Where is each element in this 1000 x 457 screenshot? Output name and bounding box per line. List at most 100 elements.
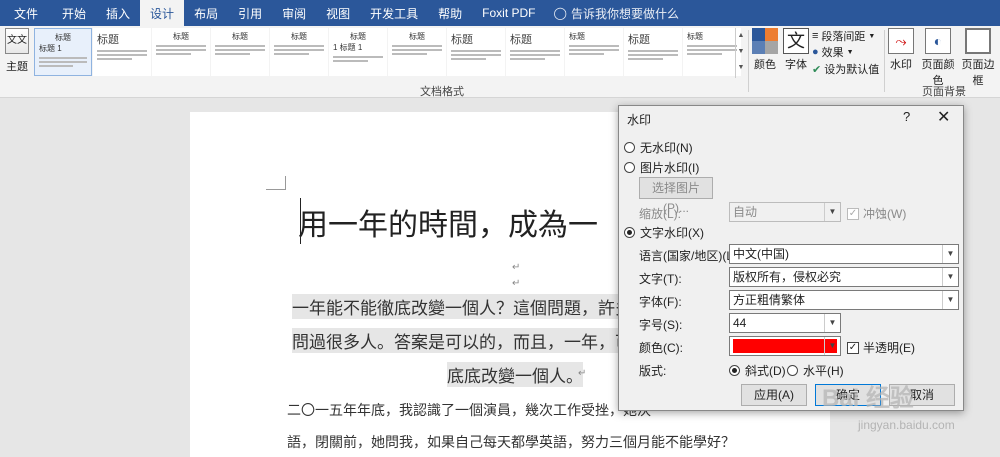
language-dropdown[interactable]: 中文(中国) ▼ [729, 244, 959, 264]
help-button[interactable]: ? [903, 109, 910, 124]
style-set-thumbnail[interactable]: 标题 [152, 28, 210, 76]
page-color-icon: ◐ [925, 28, 951, 54]
scale-label: 缩放(L): [639, 207, 682, 221]
picture-watermark-label: 图片水印(I) [640, 161, 700, 175]
paragraph-spacing-button[interactable]: ≡ 段落间距 ▼ [812, 28, 875, 44]
tab-view[interactable]: 视图 [316, 0, 360, 26]
style-thumb-heading: 1 标题 1 [333, 43, 363, 52]
style-thumb-title: 标题 [97, 34, 119, 46]
style-thumb-title: 标题 [173, 32, 189, 41]
themes-button[interactable]: 文文 主题 [2, 28, 32, 80]
paragraph-mark: ↵ [512, 262, 521, 273]
lightbulb-icon: ◯ [553, 6, 567, 20]
tab-design[interactable]: 设计 [140, 0, 185, 26]
group-label-page-background: 页面背景 [922, 86, 966, 98]
style-set-thumbnail[interactable]: 标题 [388, 28, 446, 76]
style-thumb-title: 标题 [55, 33, 71, 42]
style-set-thumbnail[interactable]: 标题 [270, 28, 328, 76]
set-as-default-button[interactable]: ✔ 设为默认值 [812, 61, 879, 77]
tell-me-search[interactable]: ◯ 告诉我你想要做什么 [546, 0, 679, 26]
size-label: 字号(S): [639, 318, 683, 332]
style-thumb-title: 标题 [687, 32, 703, 41]
style-set-thumbnail[interactable]: 标题 [447, 28, 505, 76]
tab-help[interactable]: 帮助 [428, 0, 472, 26]
tab-foxit-pdf[interactable]: Foxit PDF [472, 0, 545, 26]
radio-icon [729, 365, 740, 376]
washout-checkbox[interactable]: ✓ 冲蚀(W) [847, 205, 906, 222]
style-set-thumbnail[interactable]: 标题 [683, 28, 741, 76]
language-value: 中文(中国) [733, 247, 789, 261]
scale-value: 自动 [733, 205, 758, 219]
effects-button[interactable]: ● 效果 ▼ [812, 44, 854, 60]
no-watermark-radio[interactable]: 无水印(N) [624, 139, 693, 156]
checkbox-icon: ✓ [847, 207, 859, 220]
font-label: 字体(F): [639, 295, 682, 309]
diagonal-radio[interactable]: 斜式(D) [729, 362, 786, 379]
paragraph-line[interactable]: 二〇一五年年底，我認識了一個演員，幾次工作受挫，她決 [287, 400, 651, 420]
watermark-dialog: 水印 ? ✕ 无水印(N) 图片水印(I) 选择图片(P)... 缩放(L): … [618, 105, 964, 411]
text-combobox[interactable]: 版权所有，侵权必究 ▼ [729, 267, 959, 287]
style-set-gallery: 标题 标题 1 标题 标题 标题 标题 标题 1 标题 1 标题 标题 标题 标… [34, 28, 746, 78]
tab-insert[interactable]: 插入 [96, 0, 140, 26]
tab-review[interactable]: 审阅 [272, 0, 316, 26]
group-label-document-format: 文档格式 [420, 86, 464, 98]
watermark-button[interactable]: ⤳ 水印 [886, 28, 916, 72]
checkbox-icon: ✓ [847, 341, 859, 354]
style-set-thumbnail[interactable]: 标题 [93, 28, 151, 76]
colors-icon [752, 28, 778, 54]
style-thumb-title: 标题 [291, 32, 307, 41]
document-title[interactable]: 用一年的時間，成為一 [298, 200, 598, 244]
scale-dropdown[interactable]: 自动 ▼ [729, 202, 841, 222]
paragraph-spacing-label: 段落间距 [821, 31, 866, 43]
color-label: 颜色(C): [639, 341, 683, 355]
paragraph-line[interactable]: 語，閉關前，她問我，如果自己每天都學英語，努力三個月能不能學好？ [287, 432, 735, 452]
text-value: 版权所有，侵权必究 [733, 270, 842, 284]
chevron-down-icon: ▼ [824, 314, 840, 332]
style-set-thumbnail[interactable]: 标题 1 标题 1 [329, 28, 387, 76]
paragraph-line[interactable]: 一年能不能徹底改變一個人？這個問題，許多 [292, 294, 632, 319]
style-set-thumbnail[interactable]: 标题 [624, 28, 682, 76]
page-borders-icon [965, 28, 991, 54]
tab-file[interactable]: 文件 [0, 0, 53, 26]
style-thumb-title: 标题 [409, 32, 425, 41]
paragraph-line[interactable]: 問過很多人。答案是可以的，而且，一年，可 [292, 328, 632, 353]
semitransparent-checkbox[interactable]: ✓ 半透明(E) [847, 339, 915, 356]
style-set-thumbnail[interactable]: 标题 [506, 28, 564, 76]
fonts-button[interactable]: 文 字体 [781, 28, 811, 72]
layout-label: 版式: [639, 364, 667, 378]
select-picture-button[interactable]: 选择图片(P)... [639, 177, 713, 215]
page-color-button[interactable]: ◐ 页面颜色 [918, 28, 958, 88]
color-dropdown[interactable]: ▼ [729, 336, 841, 356]
apply-button[interactable]: 应用(A) [741, 384, 807, 406]
tell-me-text: 告诉我你想要做什么 [570, 6, 679, 21]
colors-button[interactable]: 颜色 [750, 28, 780, 72]
size-combobox[interactable]: 44 ▼ [729, 313, 841, 333]
tab-layout[interactable]: 布局 [184, 0, 228, 26]
paragraph-line[interactable]: 底底改變一個人。 [447, 362, 583, 387]
style-thumb-title: 标题 [628, 34, 650, 46]
font-dropdown[interactable]: 方正粗倩繁体 ▼ [729, 290, 959, 310]
text-watermark-radio[interactable]: 文字水印(X) [624, 224, 704, 241]
style-set-thumbnail[interactable]: 标题 [211, 28, 269, 76]
style-set-thumbnail[interactable]: 标题 [565, 28, 623, 76]
tab-references[interactable]: 引用 [228, 0, 272, 26]
tab-home[interactable]: 开始 [52, 0, 96, 26]
chevron-down-icon: ▼ [942, 245, 958, 263]
watermark-label: 水印 [890, 59, 912, 71]
close-button[interactable]: ✕ [937, 107, 950, 127]
picture-watermark-radio[interactable]: 图片水印(I) [624, 159, 699, 176]
chevron-down-icon: ▼ [942, 268, 958, 286]
color-swatch [733, 339, 837, 353]
style-thumb-title: 标题 [510, 34, 532, 46]
ribbon-separator [884, 30, 885, 92]
tab-developer[interactable]: 开发工具 [360, 0, 428, 26]
style-thumb-title: 标题 [350, 32, 366, 41]
fonts-label: 字体 [785, 59, 807, 71]
style-set-thumbnail[interactable]: 标题 标题 1 [34, 28, 92, 76]
page-borders-button[interactable]: 页面边框 [958, 28, 998, 88]
horizontal-radio[interactable]: 水平(H) [787, 362, 844, 379]
gallery-scroll-buttons[interactable]: ▲ ▼ ▼ [735, 28, 746, 78]
chevron-down-icon: ▼ [868, 32, 876, 40]
colors-label: 颜色 [754, 59, 776, 71]
language-label: 语言(国家/地区)(L): [639, 249, 741, 263]
